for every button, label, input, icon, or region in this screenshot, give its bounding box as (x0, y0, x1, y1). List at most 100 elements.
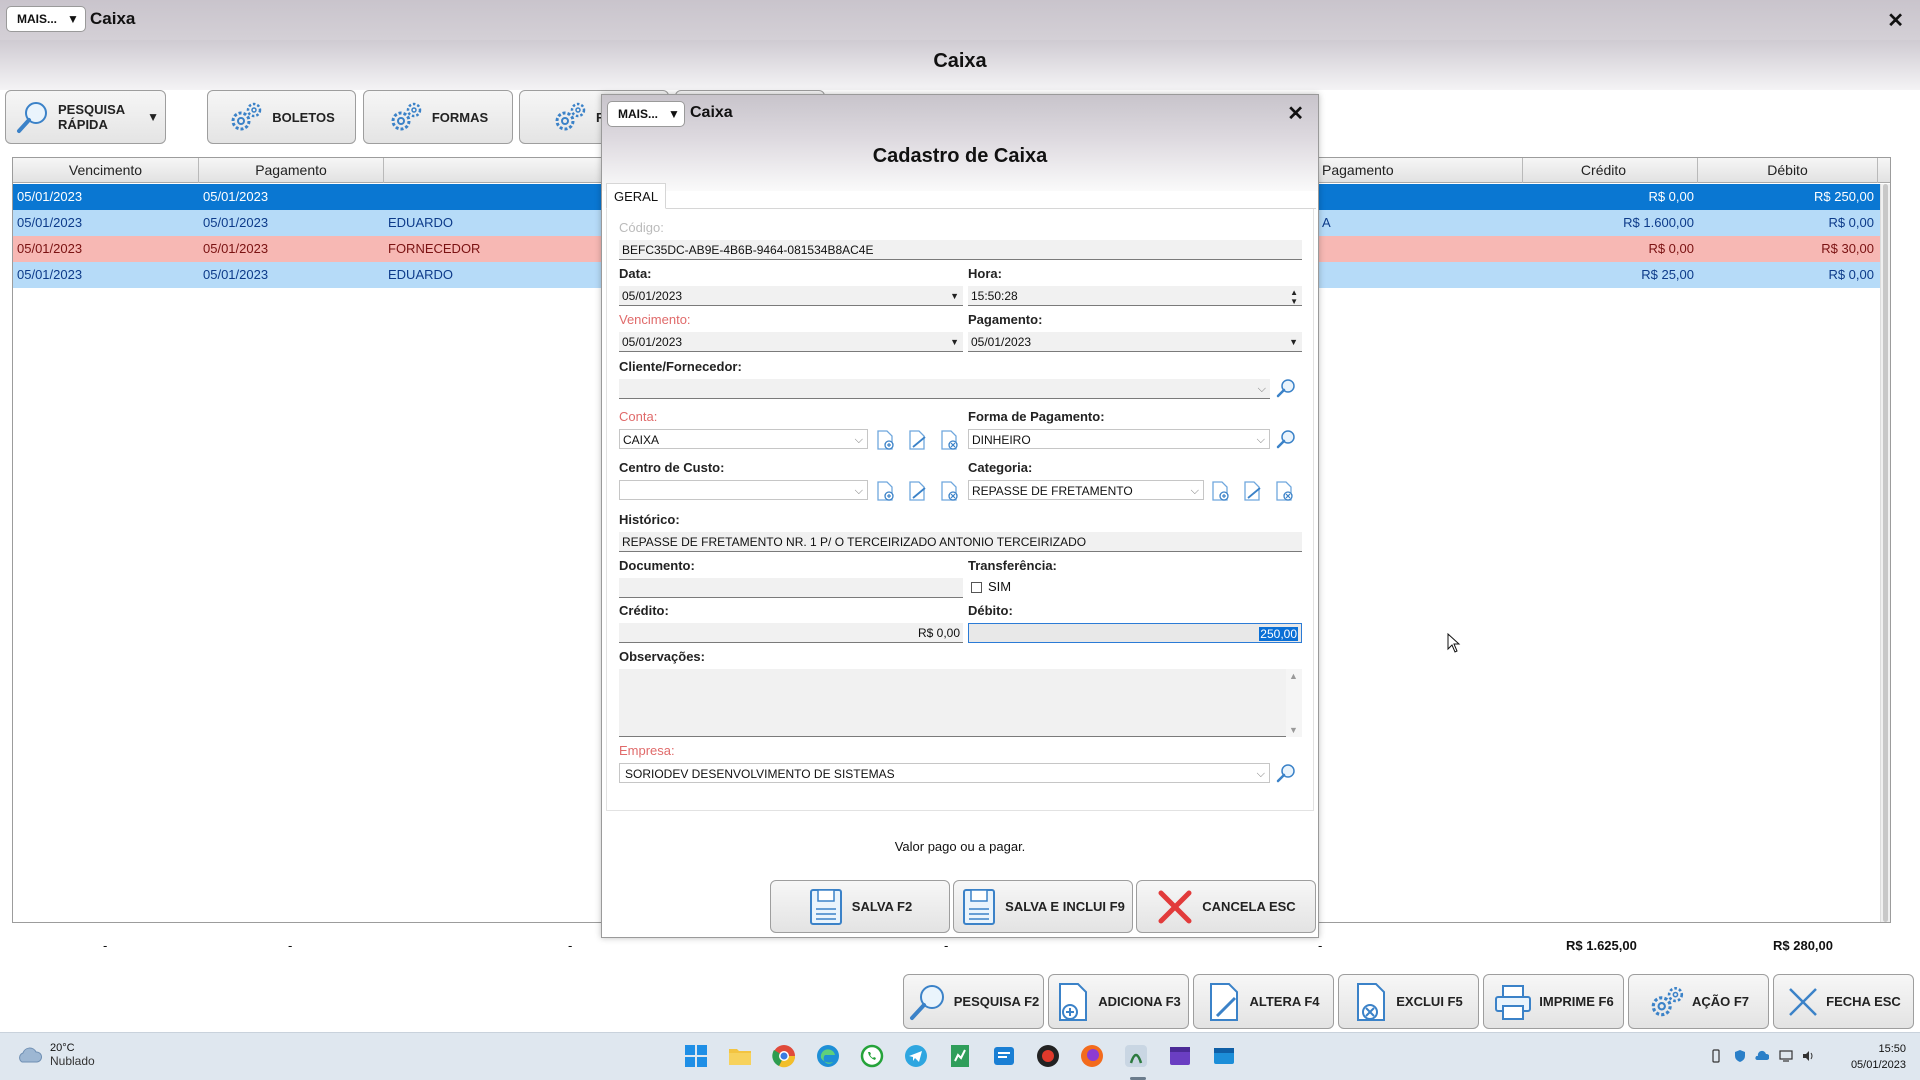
doc-add-icon[interactable] (874, 429, 896, 451)
pagamento-value: 05/01/2023 (971, 335, 1032, 349)
cliente-field[interactable]: ⌵ (619, 379, 1270, 399)
main-mais-button[interactable]: MAIS... ▼ (6, 6, 86, 32)
scrollbar-thumb[interactable] (1883, 184, 1888, 922)
app-icon[interactable] (1123, 1043, 1149, 1069)
chrome-icon[interactable] (771, 1043, 797, 1069)
transferencia-option-label[interactable]: SIM (988, 579, 1011, 594)
historico-field[interactable]: REPASSE DE FRETAMENTO NR. 1 P/ O TERCEIR… (619, 532, 1302, 552)
app-icon[interactable] (1035, 1043, 1061, 1069)
search-icon[interactable] (1275, 377, 1297, 399)
doc-edit-icon[interactable] (906, 429, 928, 451)
observacoes-scrollbar[interactable]: ▲ ▼ (1286, 669, 1302, 737)
scroll-up-icon[interactable]: ▲ (1289, 671, 1298, 681)
salva-button[interactable]: SALVA F2 (770, 880, 950, 933)
column-header-credito[interactable]: Crédito (1510, 158, 1698, 183)
formas-label: FORMAS (431, 109, 489, 125)
debito-field[interactable]: 250,00 (968, 623, 1302, 643)
adiciona-button[interactable]: ADICIONA F3 (1048, 974, 1189, 1029)
chevron-down-icon[interactable]: ▼ (950, 286, 959, 305)
dialog-mais-button[interactable]: MAIS... ▼ (607, 101, 685, 127)
data-field[interactable]: 05/01/2023 ▼ (619, 286, 963, 306)
cancela-button[interactable]: CANCELA ESC (1136, 880, 1316, 933)
cell-cliente: FORNECEDOR (388, 241, 481, 256)
chevron-down-icon: ▼ (67, 12, 79, 26)
documento-field[interactable] (619, 578, 963, 598)
search-icon[interactable] (1275, 428, 1297, 450)
observacoes-textarea[interactable]: ▲ ▼ (619, 669, 1302, 737)
close-icon[interactable]: ✕ (1887, 8, 1904, 33)
chevron-down-icon[interactable]: ⌵ (1258, 379, 1266, 398)
network-icon[interactable] (1779, 1049, 1793, 1063)
vencimento-field[interactable]: 05/01/2023 ▼ (619, 332, 963, 352)
magnifier-icon (909, 984, 944, 1020)
total-dash: - (1318, 938, 1323, 953)
usb-icon[interactable] (1709, 1049, 1723, 1063)
doc-delete-icon[interactable] (938, 429, 960, 451)
forma-pagamento-field[interactable]: DINHEIRO ⌵ (968, 429, 1270, 449)
search-icon[interactable] (1275, 762, 1297, 784)
column-header-forma-pagamento[interactable]: Pagamento (1318, 158, 1523, 183)
imprime-button[interactable]: IMPRIME F6 (1483, 974, 1624, 1029)
pesquisa-button[interactable]: PESQUISA F2 (903, 974, 1044, 1029)
doc-edit-icon[interactable] (906, 480, 928, 502)
chevron-down-icon[interactable]: ⌵ (1257, 764, 1265, 782)
app-icon[interactable] (991, 1043, 1017, 1069)
spreadsheet-icon[interactable] (947, 1043, 973, 1069)
cancela-label: CANCELA ESC (1202, 899, 1296, 914)
quick-search-button[interactable]: PESQUISA RÁPIDA ▼ (5, 90, 166, 144)
doc-delete-icon[interactable] (1273, 480, 1295, 502)
doc-delete-icon[interactable] (938, 480, 960, 502)
spinner-icon[interactable]: ▲ ▼ (1290, 288, 1298, 305)
whatsapp-icon[interactable] (859, 1043, 885, 1069)
fecha-label: FECHA ESC (1826, 994, 1901, 1009)
empresa-field[interactable]: SORIODEV DESENVOLVIMENTO DE SISTEMAS ⌵ (619, 763, 1270, 783)
pagamento-field[interactable]: 05/01/2023 ▼ (968, 332, 1302, 352)
boletos-button[interactable]: BOLETOS (207, 90, 356, 144)
cell-debito: R$ 0,00 (1828, 215, 1874, 230)
tab-geral[interactable]: GERAL (606, 183, 667, 209)
transferencia-checkbox[interactable] (971, 582, 982, 593)
volume-icon[interactable] (1801, 1049, 1815, 1063)
adiciona-label: ADICIONA F3 (1098, 994, 1181, 1009)
onedrive-icon[interactable] (1755, 1049, 1769, 1063)
hora-field[interactable]: 15:50:28 ▲ ▼ (968, 286, 1302, 306)
column-header-pagamento[interactable]: Pagamento (199, 158, 384, 183)
firefox-icon[interactable] (1079, 1043, 1105, 1069)
windows-start-icon[interactable] (683, 1043, 709, 1069)
chevron-down-icon[interactable]: ⌵ (1191, 481, 1199, 499)
chevron-down-icon[interactable]: ⌵ (1257, 430, 1265, 448)
chevron-down-icon[interactable]: ⌵ (855, 481, 863, 499)
doc-add-icon[interactable] (874, 480, 896, 502)
credito-field[interactable]: R$ 0,00 (619, 623, 963, 643)
chevron-down-icon[interactable]: ▼ (147, 110, 159, 124)
app-icon[interactable] (1167, 1043, 1193, 1069)
chevron-down-icon[interactable]: ▼ (1289, 332, 1298, 351)
telegram-icon[interactable] (903, 1043, 929, 1069)
file-explorer-icon[interactable] (727, 1043, 753, 1069)
column-header-debito[interactable]: Débito (1698, 158, 1878, 183)
altera-button[interactable]: ALTERA F4 (1193, 974, 1334, 1029)
acao-button[interactable]: AÇÃO F7 (1628, 974, 1769, 1029)
app-icon[interactable] (1211, 1043, 1237, 1069)
doc-add-icon[interactable] (1209, 480, 1231, 502)
chevron-down-icon[interactable]: ⌵ (855, 430, 863, 448)
close-icon[interactable]: ✕ (1287, 101, 1304, 126)
edge-icon[interactable] (815, 1043, 841, 1069)
cell-debito: R$ 0,00 (1828, 267, 1874, 282)
scroll-down-icon[interactable]: ▼ (1289, 725, 1298, 735)
categoria-field[interactable]: REPASSE DE FRETAMENTO ⌵ (968, 480, 1204, 500)
conta-field[interactable]: CAIXA ⌵ (619, 429, 868, 449)
column-header-vencimento[interactable]: Vencimento (13, 158, 199, 183)
salva-inclui-button[interactable]: SALVA E INCLUI F9 (953, 880, 1133, 933)
taskbar-clock[interactable]: 15:50 05/01/2023 (1851, 1041, 1906, 1073)
doc-edit-icon[interactable] (1241, 480, 1263, 502)
defender-icon[interactable] (1733, 1049, 1747, 1063)
fecha-button[interactable]: FECHA ESC (1773, 974, 1914, 1029)
formas-button[interactable]: FORMAS (363, 90, 513, 144)
weather-widget[interactable]: 20°C Nublado (16, 1042, 95, 1068)
exclui-button[interactable]: EXCLUI F5 (1338, 974, 1479, 1029)
clock-date: 05/01/2023 (1850, 1059, 1906, 1071)
grid-scrollbar[interactable] (1880, 184, 1890, 922)
centro-custo-field[interactable]: ⌵ (619, 480, 868, 500)
chevron-down-icon[interactable]: ▼ (950, 332, 959, 351)
